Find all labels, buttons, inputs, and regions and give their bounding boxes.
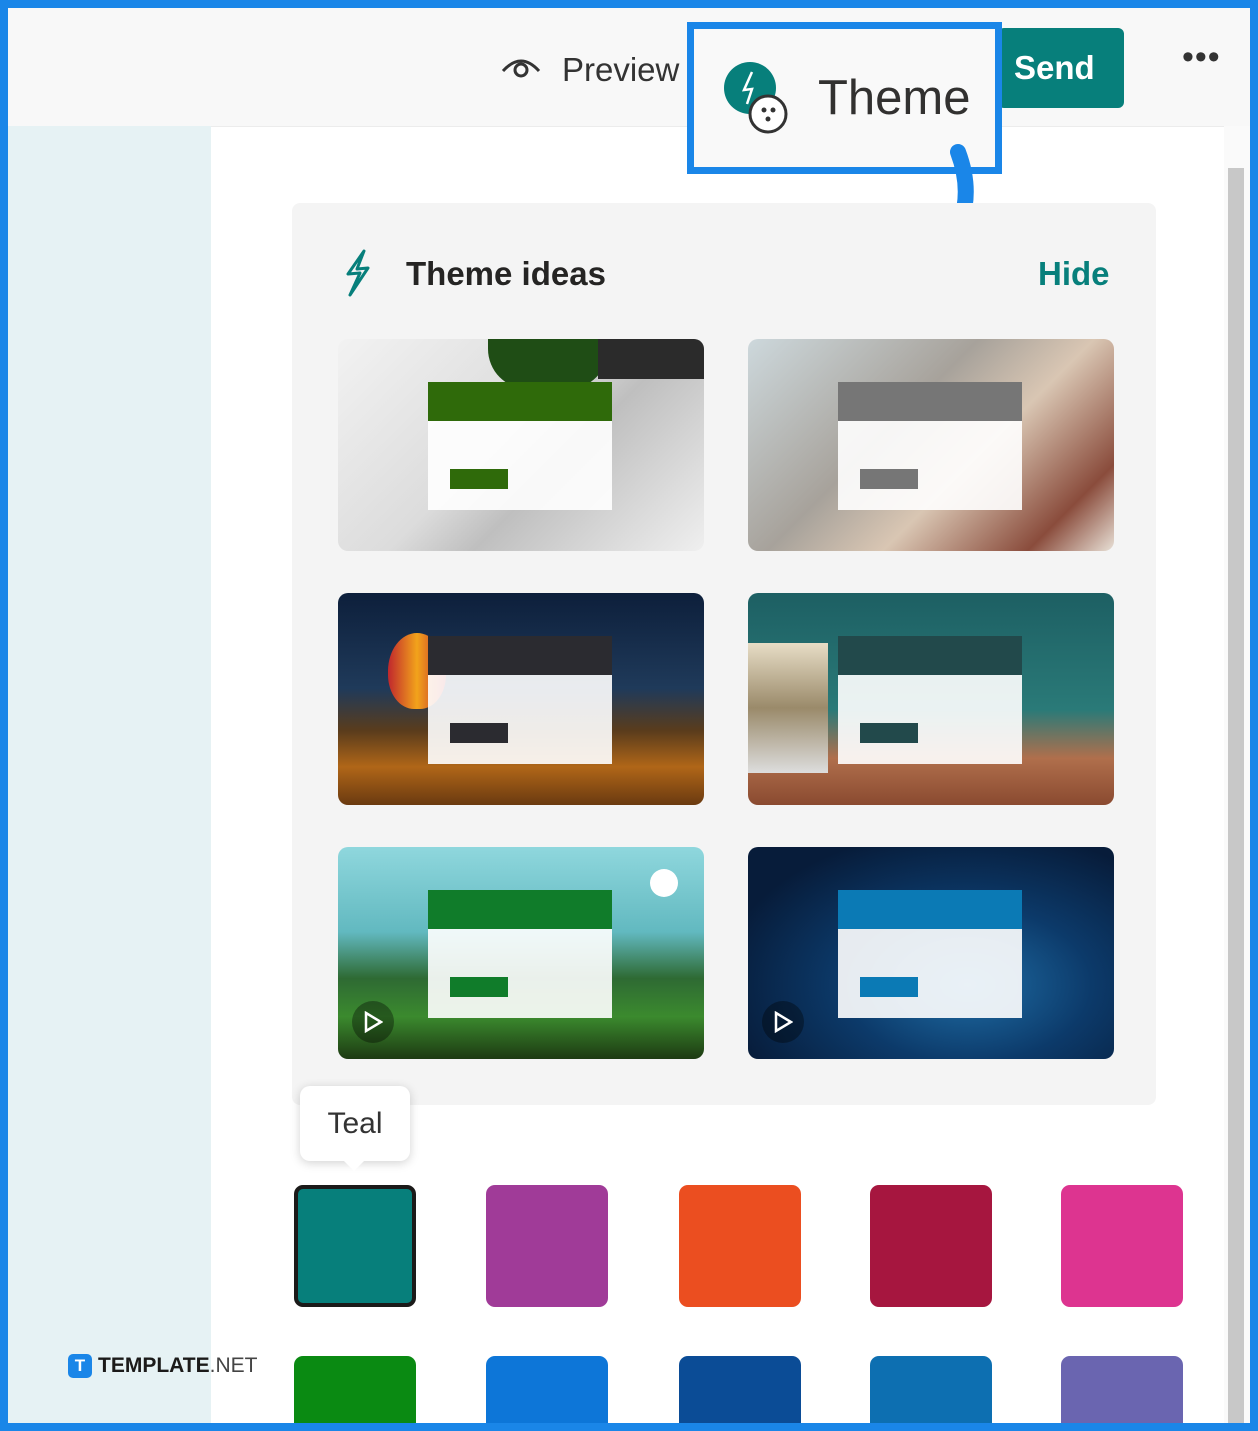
lightning-icon (338, 248, 378, 303)
swatch-lavender[interactable] (1061, 1356, 1183, 1423)
brand-watermark: T TEMPLATE .NET (68, 1354, 257, 1378)
theme-ideas-title: Theme ideas (406, 255, 606, 292)
brand-name: TEMPLATE (98, 1354, 210, 1377)
theme-tile-art-studio[interactable] (748, 339, 1114, 551)
theme-tile-desk-plant[interactable] (338, 339, 704, 551)
top-toolbar: Preview Send ••• (8, 8, 1250, 127)
preview-label: Preview (562, 51, 680, 88)
play-icon (352, 1001, 394, 1043)
swatch-purple[interactable] (486, 1185, 608, 1307)
eye-icon (500, 51, 542, 89)
scrollbar-thumb[interactable] (1228, 168, 1244, 1423)
swatch-crimson[interactable] (870, 1185, 992, 1307)
color-tooltip: Teal (300, 1086, 410, 1171)
swatch-navy[interactable] (679, 1356, 801, 1423)
theme-tile-forest-meadow[interactable] (338, 847, 704, 1059)
tile-accent-bar (428, 382, 612, 421)
swatch-pink[interactable] (1061, 1185, 1183, 1307)
hide-link[interactable]: Hide (1038, 255, 1110, 293)
theme-tile-digital-wave[interactable] (748, 847, 1114, 1059)
more-options-button[interactable]: ••• (1182, 38, 1221, 77)
theme-label: Theme (818, 71, 971, 125)
theme-tile-night-balloon[interactable] (338, 593, 704, 805)
brand-suffix: .NET (209, 1354, 258, 1377)
swatch-ocean-blue[interactable] (870, 1356, 992, 1423)
theme-tile-school-books[interactable] (748, 593, 1114, 805)
palette-icon (720, 58, 790, 138)
swatch-green[interactable] (294, 1356, 416, 1423)
app-frame: Preview Send ••• Theme Theme ideas Hide (0, 0, 1258, 1431)
swatch-blue[interactable] (486, 1356, 608, 1423)
brand-logo-icon: T (68, 1354, 92, 1378)
preview-button[interactable]: Preview (500, 48, 679, 92)
play-icon (762, 1001, 804, 1043)
swatch-orange[interactable] (679, 1185, 801, 1307)
send-button[interactable]: Send (998, 28, 1124, 108)
swatch-teal[interactable] (294, 1185, 416, 1307)
left-panel (8, 126, 211, 1423)
